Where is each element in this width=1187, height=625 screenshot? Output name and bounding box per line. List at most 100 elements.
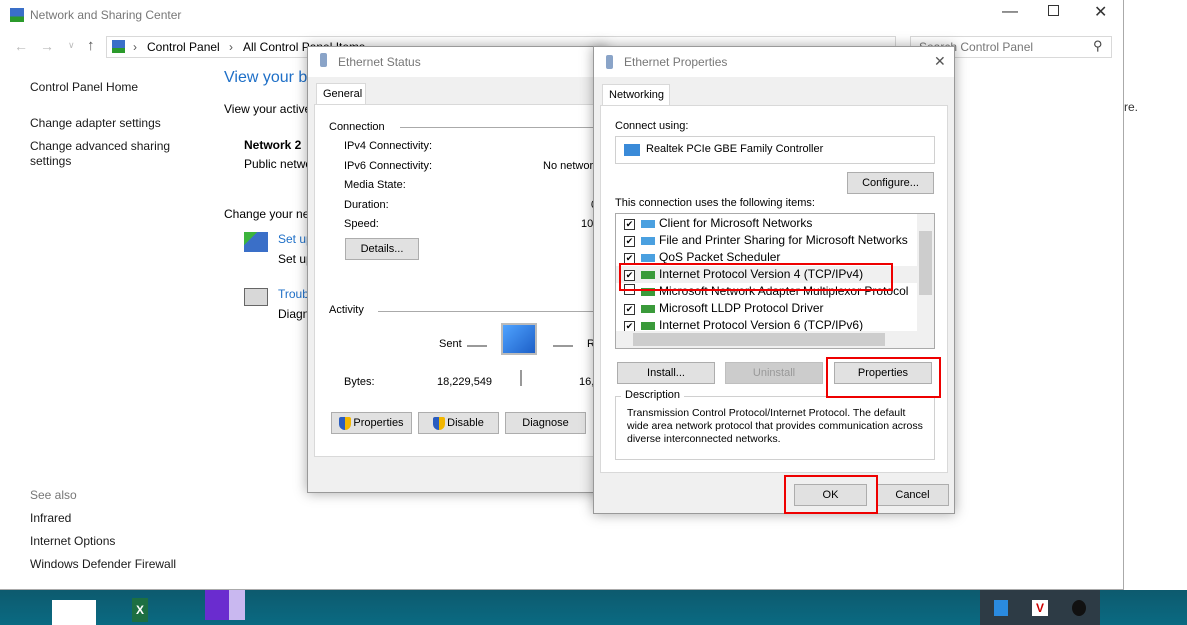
cancel-button[interactable]: Cancel [876, 484, 949, 506]
infrared-link[interactable]: Infrared [30, 511, 71, 525]
close-button[interactable]: ✕ [1094, 2, 1107, 22]
component-label: Microsoft LLDP Protocol Driver [659, 301, 824, 315]
component-item[interactable]: ✔ File and Printer Sharing for Microsoft … [616, 232, 934, 249]
connect-using-label: Connect using: [615, 120, 689, 132]
control-panel-home-link[interactable]: Control Panel Home [30, 80, 138, 94]
network-client-icon [641, 219, 655, 228]
description-text: Transmission Control Protocol/Internet P… [627, 407, 923, 445]
taskbar-doc-thumbnail[interactable] [52, 600, 96, 625]
status-properties-label: Properties [353, 417, 404, 429]
troubleshoot-link[interactable]: Troub [278, 287, 309, 301]
visual-studio-icon[interactable] [205, 590, 245, 620]
taskbar: X V [0, 590, 1187, 625]
horizontal-scrollbar[interactable] [616, 331, 934, 348]
background-window: re. [1124, 0, 1187, 590]
component-label: Internet Protocol Version 6 (TCP/IPv6) [659, 318, 864, 332]
ipv6-label: IPv6 Connectivity: [344, 160, 433, 172]
troubleshoot-icon [244, 288, 268, 306]
status-titlebar: Ethernet Status [308, 47, 606, 77]
setup-connection-icon [244, 232, 268, 252]
network-center-icon [10, 8, 24, 22]
see-also-heading: See also [30, 488, 77, 502]
duration-label: Duration: [344, 199, 389, 211]
component-checkbox[interactable]: ✔ [624, 304, 635, 315]
network-client-icon [641, 236, 655, 245]
antivirus-icon[interactable]: V [1032, 600, 1048, 616]
window-title: Network and Sharing Center [30, 8, 182, 22]
uac-shield-icon [433, 416, 446, 430]
adapter-icon [624, 144, 640, 156]
details-button[interactable]: Details... [345, 238, 419, 260]
excel-icon[interactable]: X [132, 598, 148, 622]
ipv6-value: No network [543, 160, 599, 172]
component-label: Client for Microsoft Networks [659, 216, 813, 230]
component-checkbox[interactable]: ✔ [624, 236, 635, 247]
vertical-scrollbar[interactable] [917, 214, 934, 332]
change-advanced-sharing-link[interactable]: Change advanced sharing [30, 139, 170, 153]
search-icon[interactable]: ⚲ [1093, 38, 1103, 54]
system-tray: V [980, 590, 1100, 625]
change-settings-heading: Change your ne [224, 207, 310, 221]
change-adapter-settings-link[interactable]: Change adapter settings [30, 116, 161, 130]
status-panel: Connection IPv4 Connectivity: I IPv6 Con… [314, 104, 614, 457]
maximize-button[interactable] [1048, 5, 1059, 16]
protocol-icon [641, 304, 655, 313]
forward-button[interactable]: → [40, 38, 54, 54]
disable-button[interactable]: Disable [418, 412, 499, 434]
description-label: Description [621, 389, 685, 401]
hscroll-thumb[interactable] [633, 333, 885, 346]
sent-label: Sent [439, 338, 462, 350]
network-tray-icon[interactable] [1072, 600, 1086, 616]
recent-dropdown[interactable]: ∨ [68, 40, 75, 51]
highlight-ipv4 [619, 263, 893, 291]
activity-heading: Activity [329, 304, 364, 316]
media-state-label: Media State: [344, 179, 406, 191]
ethernet-icon [606, 55, 613, 69]
up-button[interactable]: ↑ [87, 37, 95, 54]
defender-firewall-link[interactable]: Windows Defender Firewall [30, 557, 176, 571]
intel-icon[interactable] [994, 600, 1008, 616]
bytes-sent: 18,229,549 [437, 376, 493, 388]
active-networks-label: View your active [224, 102, 312, 116]
highlight-properties [826, 357, 941, 398]
component-item[interactable]: ✔ Microsoft LLDP Protocol Driver [616, 300, 934, 317]
scroll-thumb[interactable] [919, 231, 932, 295]
adapter-field: Realtek PCIe GBE Family Controller [615, 136, 935, 164]
page-heading: View your b [224, 69, 308, 86]
back-button[interactable]: ← [14, 38, 28, 54]
change-advanced-sharing-link-line2[interactable]: settings [30, 154, 71, 168]
items-label: This connection uses the following items… [615, 197, 815, 209]
network-client-icon [641, 253, 655, 262]
component-item[interactable]: ✔ Client for Microsoft Networks [616, 215, 934, 232]
breadcrumb-control-panel[interactable]: Control Panel [147, 40, 220, 54]
props-close-button[interactable]: ✕ [934, 53, 946, 70]
speed-label: Speed: [344, 218, 379, 230]
status-title: Ethernet Status [338, 55, 421, 69]
disable-label: Disable [447, 417, 484, 429]
adapter-name: Realtek PCIe GBE Family Controller [646, 143, 824, 155]
component-checkbox[interactable]: ✔ [624, 219, 635, 230]
connection-heading: Connection [329, 121, 385, 133]
control-panel-icon [112, 40, 125, 53]
tab-networking[interactable]: Networking [602, 84, 670, 106]
troubleshoot-desc: Diagn [278, 307, 310, 321]
component-label: QoS Packet Scheduler [659, 250, 781, 264]
diagnose-button[interactable]: Diagnose [505, 412, 586, 434]
props-titlebar: Ethernet Properties [594, 47, 954, 77]
highlight-ok [784, 475, 878, 514]
tab-general[interactable]: General [316, 83, 366, 105]
props-title: Ethernet Properties [624, 55, 728, 69]
component-label: File and Printer Sharing for Microsoft N… [659, 233, 908, 247]
minimize-button[interactable]: — [1002, 3, 1018, 21]
status-properties-button[interactable]: Properties [331, 412, 412, 434]
internet-options-link[interactable]: Internet Options [30, 534, 115, 548]
network-type: Public netwo [244, 157, 313, 171]
bytes-received: 16, [579, 376, 595, 388]
ethernet-icon [320, 53, 327, 67]
background-text: re. [1124, 100, 1139, 114]
configure-button[interactable]: Configure... [847, 172, 934, 194]
network-computers-icon [501, 323, 537, 355]
ethernet-status-dialog: Ethernet Status General Connection IPv4 … [307, 46, 614, 493]
install-button[interactable]: Install... [617, 362, 715, 384]
bytes-label: Bytes: [344, 376, 375, 388]
